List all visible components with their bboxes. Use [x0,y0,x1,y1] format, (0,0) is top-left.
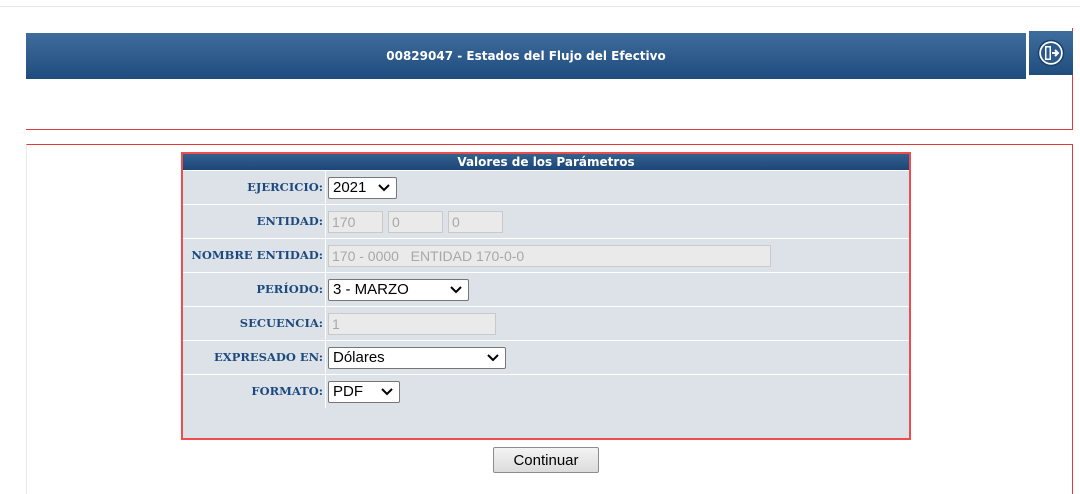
entidad-label: ENTIDAD: [183,205,326,238]
ejercicio-select[interactable]: 2021 [328,177,397,199]
entidad-field-1[interactable]: 170 [328,211,383,233]
row-expresado-en: EXPRESADO EN: Dólares [183,340,909,374]
top-divider [0,6,1080,7]
nombre-entidad-label: NOMBRE ENTIDAD: [183,239,326,272]
expresado-en-select[interactable]: Dólares [328,347,506,369]
chevron-down-icon [378,184,390,192]
row-periodo: PERÍODO: 3 - MARZO [183,272,909,306]
row-formato: FORMATO: PDF [183,374,909,436]
expresado-en-value: Dólares [333,349,385,366]
row-entidad: ENTIDAD: 170 0 0 [183,204,909,238]
entidad-field-2[interactable]: 0 [388,211,443,233]
row-ejercicio: EJERCICIO: 2021 [183,170,909,204]
formato-value: PDF [333,383,363,400]
parameters-panel: Valores de los Parámetros EJERCICIO: 202… [181,152,911,440]
parameters-heading: Valores de los Parámetros [183,154,909,170]
page-title: 00829047 - Estados del Flujo del Efectiv… [386,49,666,63]
page-title-bar: 00829047 - Estados del Flujo del Efectiv… [26,33,1026,79]
secuencia-label: SECUENCIA: [183,307,326,340]
formato-select[interactable]: PDF [328,381,400,403]
periodo-label: PERÍODO: [183,273,326,306]
chevron-down-icon [487,354,499,362]
secuencia-field[interactable]: 1 [328,313,496,335]
chevron-down-icon [381,388,393,396]
nombre-entidad-field[interactable]: 170 - 0000 ENTIDAD 170-0-0 [328,245,771,267]
exit-button[interactable] [1029,31,1073,75]
row-secuencia: SECUENCIA: 1 [183,306,909,340]
ejercicio-label: EJERCICIO: [183,171,326,204]
chevron-down-icon [450,286,462,294]
formato-label: FORMATO: [183,375,326,408]
ejercicio-value: 2021 [333,179,367,196]
periodo-select[interactable]: 3 - MARZO [328,279,469,301]
expresado-en-label: EXPRESADO EN: [183,341,326,374]
entidad-field-3[interactable]: 0 [448,211,503,233]
row-nombre-entidad: NOMBRE ENTIDAD: 170 - 0000 ENTIDAD 170-0… [183,238,909,272]
exit-door-icon [1037,39,1065,67]
periodo-value: 3 - MARZO [333,281,409,298]
continue-button[interactable]: Continuar [493,447,599,473]
